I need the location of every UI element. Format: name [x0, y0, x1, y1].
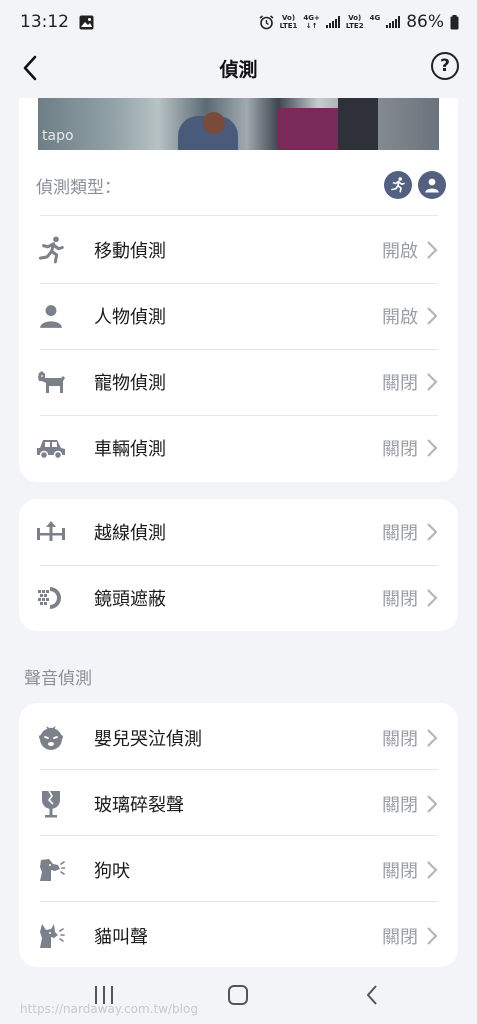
chevron-right-icon: [427, 861, 438, 879]
person-detection-row[interactable]: 人物偵測 開啟: [19, 283, 458, 349]
row-label: 玻璃碎裂聲: [94, 795, 184, 816]
detection-type-icons: [384, 171, 446, 199]
network1-indicator: 4G+ ↓↑: [303, 14, 320, 30]
dog-bark-row[interactable]: 狗吠 關閉: [19, 837, 458, 903]
person-icon: [33, 298, 69, 334]
broken-glass-icon: [33, 786, 69, 822]
gallery-notification-icon: [79, 15, 94, 29]
battery-icon: [450, 14, 459, 29]
preview-fabric: [278, 108, 338, 150]
line-crossing-icon: [33, 514, 69, 550]
camera-preview[interactable]: tapo: [38, 98, 439, 150]
motion-detection-row[interactable]: 移動偵測 開啟: [19, 217, 458, 283]
question-mark-icon: ?: [440, 56, 450, 76]
page-title: 偵測: [219, 58, 258, 81]
running-person-icon: [384, 171, 412, 199]
preview-figure-head: [203, 112, 225, 134]
chevron-right-icon: [427, 729, 438, 747]
row-value: 關閉: [382, 861, 418, 882]
row-label: 移動偵測: [94, 241, 166, 262]
chevron-right-icon: [427, 795, 438, 813]
row-label: 車輛偵測: [94, 439, 166, 460]
sim1-indicator: Vo) LTE1: [279, 14, 298, 30]
row-value: 關閉: [382, 523, 418, 544]
row-value: 開啟: [382, 307, 418, 328]
watermark: https://nardaway.com.tw/blog: [20, 1002, 198, 1016]
battery-percent: 86%: [406, 12, 444, 32]
lens-obstruction-row[interactable]: 鏡頭遮蔽 關閉: [19, 565, 458, 631]
sound-detection-title: 聲音偵測: [24, 669, 92, 689]
home-button[interactable]: [223, 982, 253, 1008]
system-back-button[interactable]: [357, 982, 387, 1008]
dog-icon: [33, 364, 69, 400]
alarm-icon: [259, 14, 274, 29]
row-value: 關閉: [382, 589, 418, 610]
row-value: 開啟: [382, 241, 418, 262]
chevron-right-icon: [427, 927, 438, 945]
row-value: 關閉: [382, 729, 418, 750]
chevron-left-icon: [23, 55, 37, 81]
row-label: 嬰兒哭泣偵測: [94, 729, 202, 750]
row-label: 鏡頭遮蔽: [94, 589, 166, 610]
line-crossing-row[interactable]: 越線偵測 關閉: [19, 499, 458, 565]
home-icon: [228, 985, 248, 1005]
row-label: 狗吠: [94, 861, 130, 882]
chevron-left-icon: [366, 985, 377, 1005]
barking-dog-icon: [33, 852, 69, 888]
detection-card: tapo 偵測類型： 移動偵測 開啟 人物偵測 開啟 寵物偵測 關閉 車輛偵測 …: [19, 98, 458, 482]
cat-meow-row[interactable]: 貓叫聲 關閉: [19, 903, 458, 969]
meowing-cat-icon: [33, 918, 69, 954]
row-value: 關閉: [382, 927, 418, 948]
chevron-right-icon: [427, 307, 438, 325]
chevron-right-icon: [427, 589, 438, 607]
status-time: 13:12: [20, 12, 69, 32]
row-label: 越線偵測: [94, 523, 166, 544]
running-person-icon: [33, 232, 69, 268]
chevron-right-icon: [427, 373, 438, 391]
signal-icon: [386, 16, 401, 28]
row-value: 關閉: [382, 439, 418, 460]
divider: [40, 769, 438, 770]
row-label: 寵物偵測: [94, 373, 166, 394]
divider: [40, 901, 438, 902]
car-icon: [33, 430, 69, 466]
signal-icon: [325, 16, 340, 28]
crying-baby-icon: [33, 720, 69, 756]
chevron-right-icon: [427, 241, 438, 259]
network2-indicator: 4G: [369, 14, 381, 22]
glass-break-row[interactable]: 玻璃碎裂聲 關閉: [19, 771, 458, 837]
preview-shadow: [338, 98, 378, 150]
advanced-detection-card: 越線偵測 關閉 鏡頭遮蔽 關閉: [19, 499, 458, 631]
status-bar: 13:12 Vo) LTE1 4G+ ↓↑ Vo) LTE2 4G 86%: [0, 0, 477, 44]
row-label: 貓叫聲: [94, 927, 148, 948]
divider: [40, 215, 438, 216]
row-value: 關閉: [382, 373, 418, 394]
lens-obstruction-icon: [33, 580, 69, 616]
row-label: 人物偵測: [94, 307, 166, 328]
row-value: 關閉: [382, 795, 418, 816]
pet-detection-row[interactable]: 寵物偵測 關閉: [19, 349, 458, 415]
vehicle-detection-row[interactable]: 車輛偵測 關閉: [19, 415, 458, 481]
chevron-right-icon: [427, 523, 438, 541]
detection-types-label: 偵測類型：: [36, 177, 121, 198]
divider: [40, 835, 438, 836]
baby-cry-row[interactable]: 嬰兒哭泣偵測 關閉: [19, 705, 458, 771]
sim2-indicator: Vo) LTE2: [345, 14, 364, 30]
person-icon: [418, 171, 446, 199]
detection-types-header: 偵測類型：: [36, 170, 446, 200]
app-bar: 偵測 ?: [0, 44, 477, 92]
sound-detection-card: 嬰兒哭泣偵測 關閉 玻璃碎裂聲 關閉 狗吠 關閉 貓叫聲 關閉: [19, 703, 458, 967]
help-button[interactable]: ?: [431, 52, 459, 80]
back-button[interactable]: [14, 52, 46, 84]
chevron-right-icon: [427, 439, 438, 457]
preview-brand: tapo: [42, 128, 74, 144]
